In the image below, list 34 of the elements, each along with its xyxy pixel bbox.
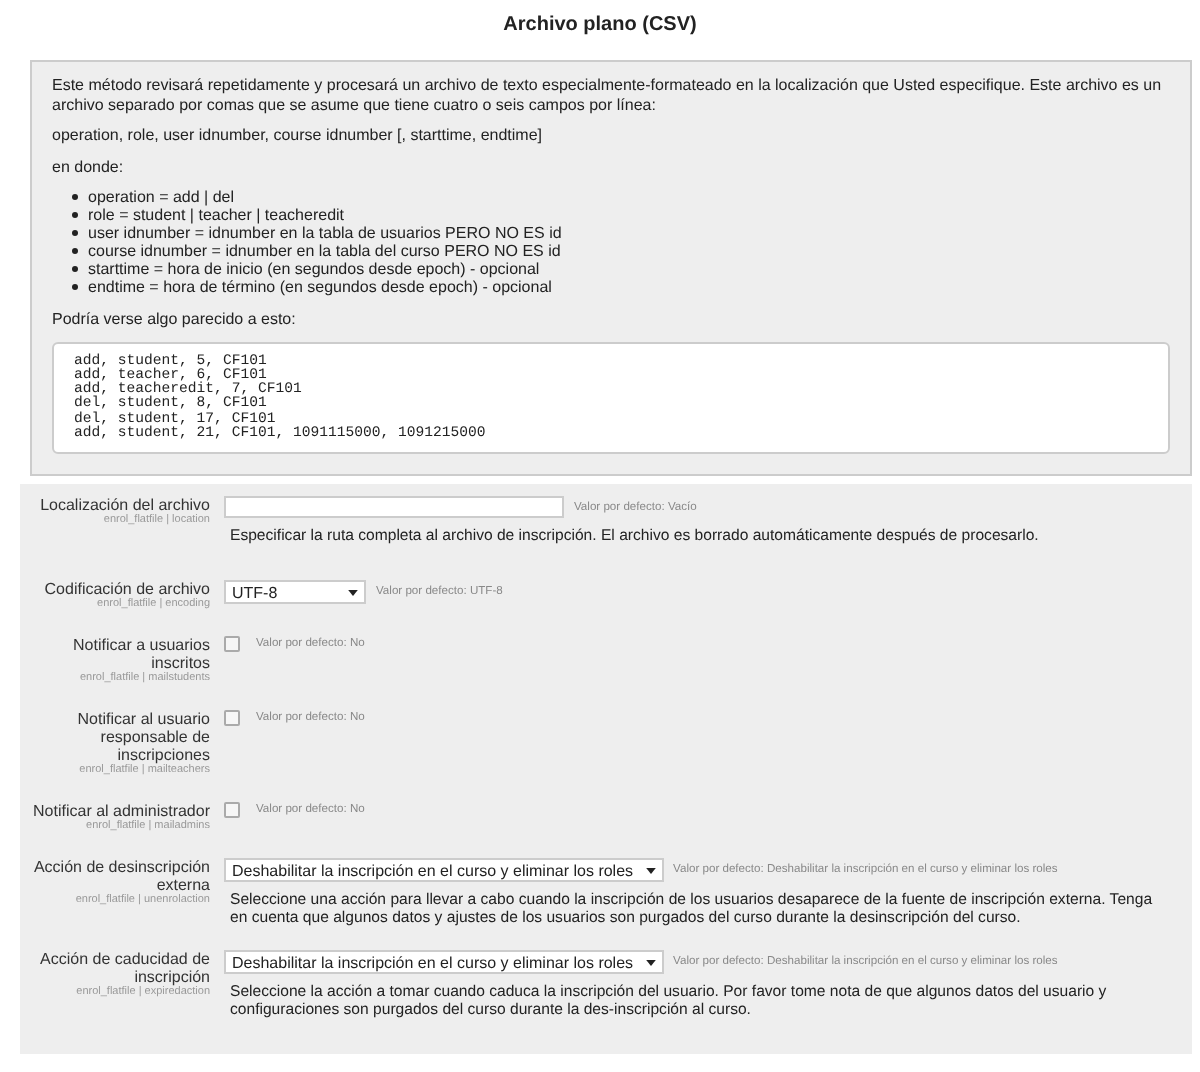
dropdown[interactable]: Deshabilitar la inscripción en el curso y eliminar los roles — [224, 950, 664, 975]
bullet-icon — [72, 266, 78, 272]
bullet-icon — [72, 194, 78, 200]
bullet-icon — [72, 212, 78, 218]
bullet-icon — [72, 284, 78, 290]
checkbox[interactable] — [224, 636, 240, 653]
list-item: course idnumber = idnumber en la tabla del curso PERO NO ES id — [88, 242, 561, 260]
list-item: endtime = hora de término (en segundos desde epoch) - opcional — [88, 278, 552, 296]
caret-icon — [348, 589, 358, 596]
setting-label: Acción de desinscripción externa — [31, 858, 210, 895]
page-title: Archivo plano (CSV) — [503, 12, 697, 40]
text-field[interactable] — [224, 496, 564, 519]
caret-icon — [645, 959, 656, 966]
setting-label: Localización del archivo — [40, 496, 210, 515]
list-item: operation = add | del — [88, 188, 235, 206]
dropdown[interactable]: Deshabilitar la inscripción en el curso y eliminar los roles — [224, 858, 664, 883]
list-item: starttime = hora de inicio (en segundos desde epoch) - opcional — [88, 260, 540, 278]
format-line: operation, role, user idnumber, course idnumber [, starttime, endtime] — [52, 126, 545, 145]
caret-icon — [645, 867, 656, 874]
dropdown[interactable]: UTF-8 — [224, 580, 366, 605]
where-label: en donde: — [52, 157, 126, 176]
checkbox[interactable] — [224, 710, 240, 727]
example-label: Podría verse algo parecido a esto: — [52, 310, 298, 329]
setting-label: Codificación de archivo — [44, 580, 210, 599]
list-item: user idnumber = idnumber en la tabla de usuarios PERO NO ES id — [88, 224, 562, 242]
list-item: role = student | teacher | teacheredit — [88, 206, 345, 224]
bullet-icon — [72, 248, 78, 254]
bullet-icon — [72, 230, 78, 236]
setting-label: Notificar al usuario responsable de inscripciones — [75, 710, 210, 765]
setting-label: Notificar a usuarios inscritos — [71, 636, 210, 673]
intro-paragraph: Este método revisará repetidamente y procesará un archivo de texto especialmente-formateado en la localización que Usted especifique. Este archivo es un archivo separado por comas que se asume que tiene cuatro o seis campos por línea: — [52, 76, 1164, 114]
setting-label: Acción de caducidad de inscripción — [38, 950, 210, 987]
checkbox[interactable] — [224, 802, 240, 819]
setting-label: Notificar al administrador — [33, 802, 210, 821]
